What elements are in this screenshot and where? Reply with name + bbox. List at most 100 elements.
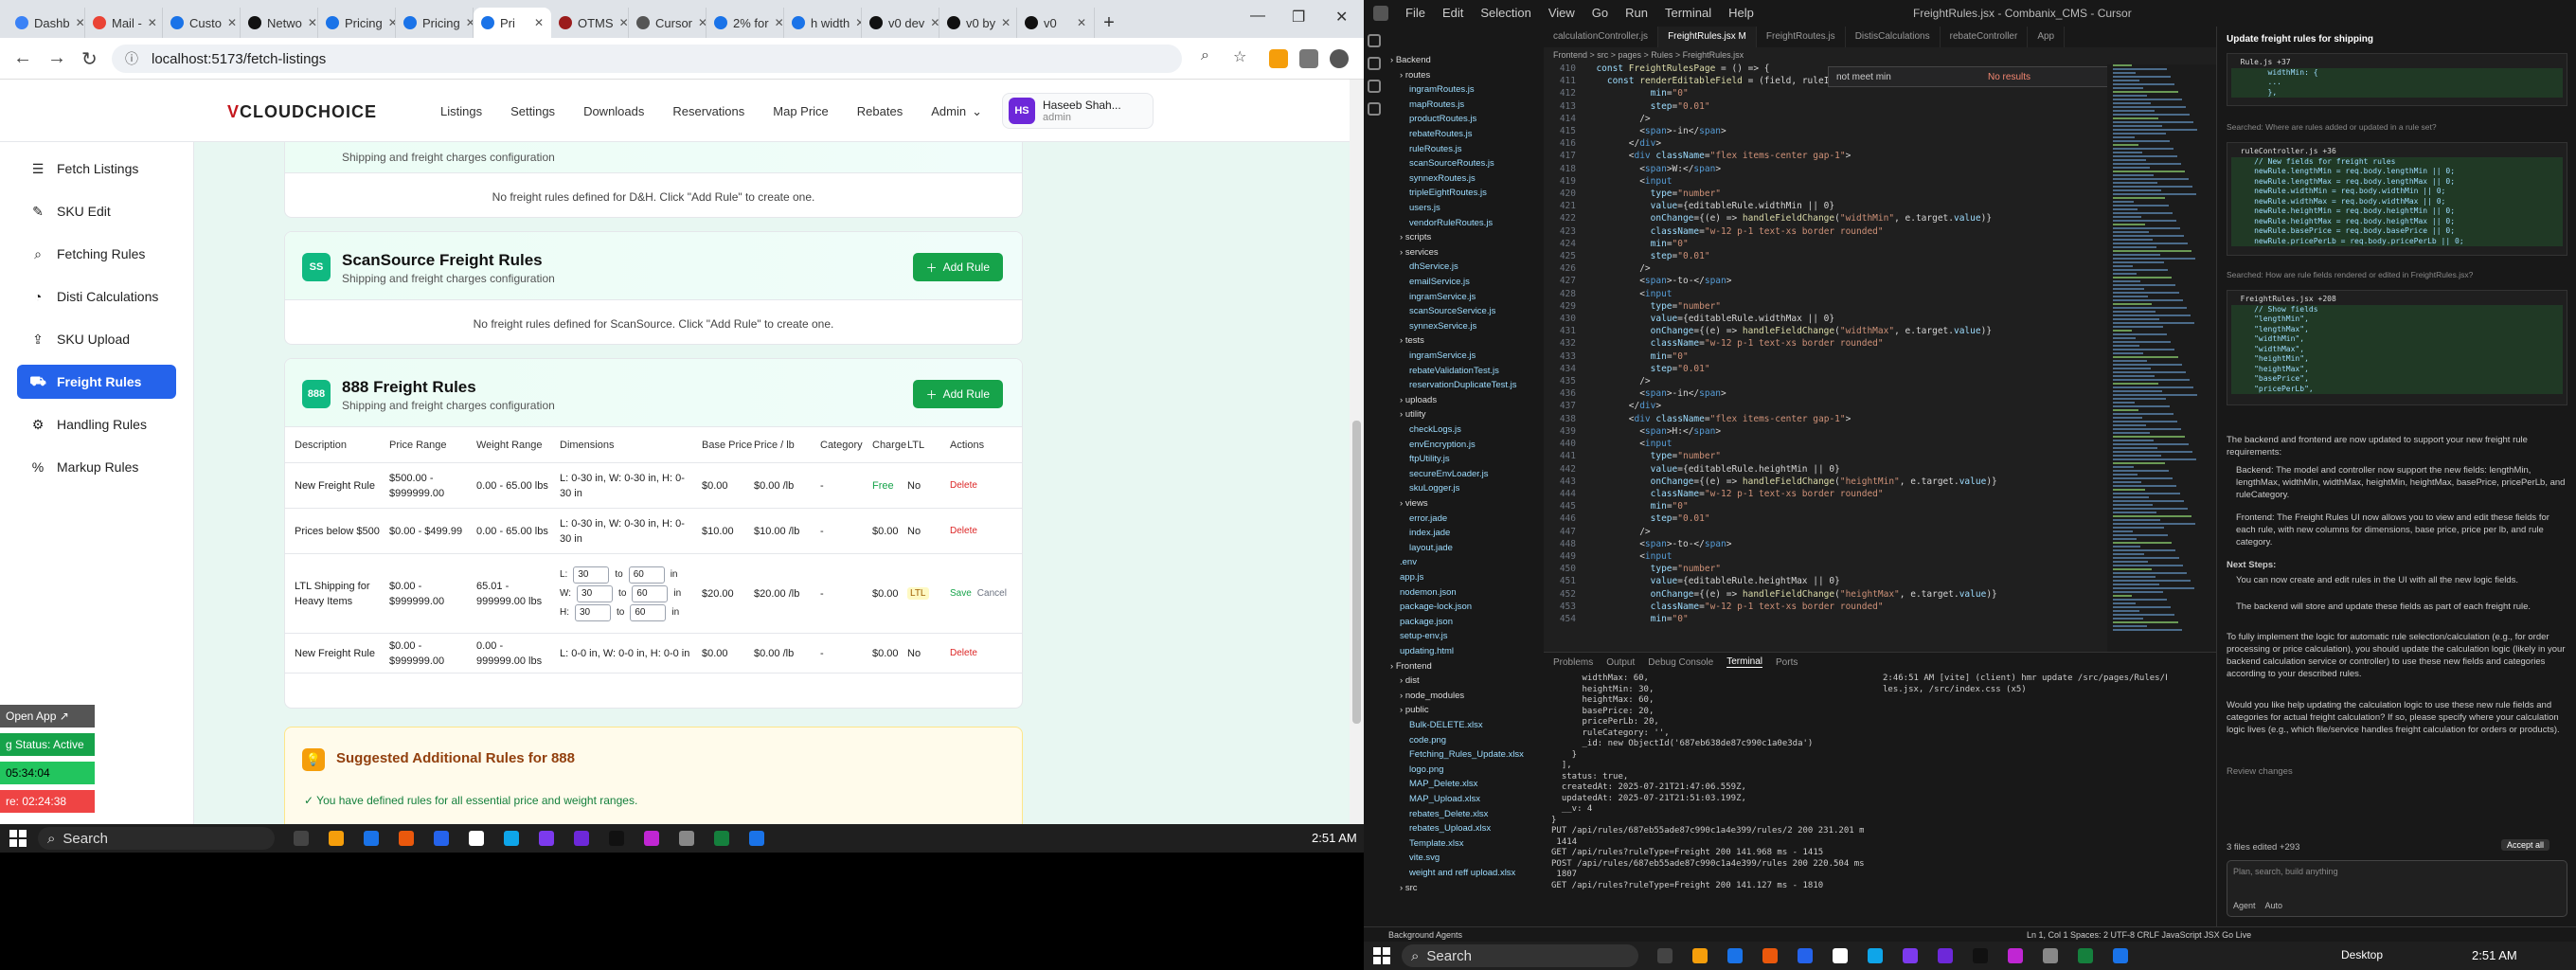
sidebar-item-freight-rules[interactable]: ⛟ Freight Rules bbox=[17, 365, 176, 399]
close-tab-icon[interactable]: ✕ bbox=[308, 16, 317, 29]
delete-button[interactable]: Delete bbox=[950, 526, 977, 536]
explorer-folder[interactable]: › uploads bbox=[1390, 395, 1437, 405]
close-tab-icon[interactable]: ✕ bbox=[855, 16, 861, 29]
taskbar-app-icon[interactable] bbox=[1798, 948, 1813, 963]
forward-icon[interactable]: → bbox=[47, 47, 66, 69]
explorer-file[interactable]: package.json bbox=[1390, 617, 1453, 627]
taskbar-app-icon[interactable] bbox=[294, 831, 309, 846]
sidebar-item-disti-calculations[interactable]: ◔ Disti Calculations bbox=[17, 279, 176, 314]
taskbar-app-icon[interactable] bbox=[539, 831, 554, 846]
minimize-icon[interactable]: — bbox=[1250, 8, 1265, 25]
explorer-file[interactable]: Fetching_Rules_Update.xlsx bbox=[1390, 749, 1524, 760]
bookmark-star-icon[interactable]: ☆ bbox=[1233, 47, 1246, 66]
menu-file[interactable]: File bbox=[1405, 6, 1425, 20]
taskbar-app-icon[interactable] bbox=[2043, 948, 2058, 963]
scansource-add-rule-button[interactable]: ＋ Add Rule bbox=[912, 253, 1003, 281]
taskbar-app-icon[interactable] bbox=[434, 831, 449, 846]
explorer-file[interactable]: emailService.js bbox=[1390, 277, 1470, 287]
sidebar-item-sku-edit[interactable]: ✎ SKU Edit bbox=[17, 194, 176, 228]
nav-link-downloads[interactable]: Downloads bbox=[583, 104, 644, 119]
menu-go[interactable]: Go bbox=[1592, 6, 1608, 20]
browser-tab[interactable]: Pricing ✕ bbox=[396, 8, 474, 38]
editor-tab[interactable]: rebateController bbox=[1941, 27, 2029, 47]
chevron-down-icon[interactable]: ⌄ bbox=[972, 104, 982, 119]
taskbar-app-icon[interactable] bbox=[329, 831, 344, 846]
code-content[interactable]: 410 const FreightRulesPage = () => {411 … bbox=[1544, 63, 2074, 650]
taskbar-app-icon[interactable] bbox=[504, 831, 519, 846]
explorer-folder[interactable]: › routes bbox=[1390, 70, 1430, 81]
taskbar-app-icon[interactable] bbox=[1903, 948, 1918, 963]
editor-tab[interactable]: FreightRules.jsx M bbox=[1658, 27, 1757, 47]
explorer-folder[interactable]: › Frontend bbox=[1390, 661, 1432, 672]
explorer-file[interactable]: ruleRoutes.js bbox=[1390, 144, 1461, 154]
explorer-file[interactable]: MAP_Upload.xlsx bbox=[1390, 794, 1480, 804]
browser-tab[interactable]: Pricing ✕ bbox=[318, 8, 396, 38]
reload-icon[interactable]: ↻ bbox=[81, 47, 98, 71]
explorer-file[interactable]: users.js bbox=[1390, 203, 1440, 213]
maximize-icon[interactable]: ❐ bbox=[1292, 8, 1305, 27]
close-tab-icon[interactable]: ✕ bbox=[930, 16, 939, 29]
taskbar-app-icon[interactable] bbox=[1762, 948, 1778, 963]
explorer-file[interactable]: layout.jade bbox=[1390, 543, 1453, 553]
explorer-folder[interactable]: › views bbox=[1390, 498, 1428, 509]
explorer-file[interactable]: code.png bbox=[1390, 735, 1446, 745]
agent-mode-selector[interactable]: Agent bbox=[2233, 901, 2256, 910]
taskbar-app-icon[interactable] bbox=[1727, 948, 1743, 963]
search-icon[interactable] bbox=[1368, 57, 1381, 70]
panel-tab[interactable]: Problems bbox=[1553, 657, 1593, 668]
explorer-file[interactable]: Bulk-DELETE.xlsx bbox=[1390, 720, 1483, 730]
browser-tab[interactable]: 2% for ✕ bbox=[707, 8, 784, 38]
taskbar-app-icon[interactable] bbox=[1938, 948, 1953, 963]
taskbar-app-icon[interactable] bbox=[364, 831, 379, 846]
nav-link-reservations[interactable]: Reservations bbox=[672, 104, 744, 119]
chat-diff-freight-rules[interactable]: FreightRules.jsx +208 // Show fields "le… bbox=[2227, 290, 2567, 405]
chat-input[interactable]: Plan, search, build anything Agent Auto bbox=[2227, 860, 2567, 917]
dimension-max-input[interactable]: 60 bbox=[628, 566, 665, 584]
browser-tab[interactable]: OTMS ✕ bbox=[551, 8, 629, 38]
explorer-folder[interactable]: › Backend bbox=[1390, 55, 1431, 65]
explorer-file[interactable]: scanSourceService.js bbox=[1390, 306, 1495, 316]
r888-add-rule-button[interactable]: ＋ Add Rule bbox=[912, 380, 1003, 408]
chat-diff-rule-model[interactable]: Rule.js +37 widthMin: { ... }, bbox=[2227, 53, 2567, 106]
browser-tab[interactable]: h width ✕ bbox=[784, 8, 862, 38]
sidebar-item-fetch-listings[interactable]: ☰ Fetch Listings bbox=[17, 152, 176, 186]
explorer-file[interactable]: setup-env.js bbox=[1390, 631, 1448, 641]
taskbar-app-icon[interactable] bbox=[1833, 948, 1848, 963]
extensions-icon[interactable] bbox=[1368, 102, 1381, 116]
terminal-output[interactable]: widthMax: 60, heightMin: 30, heightMax: … bbox=[1551, 674, 1864, 920]
close-tab-icon[interactable]: ✕ bbox=[619, 16, 628, 29]
panel-tab[interactable]: Ports bbox=[1776, 657, 1798, 668]
new-tab-icon[interactable]: + bbox=[1095, 8, 1123, 38]
explorer-file[interactable]: error.jade bbox=[1390, 513, 1447, 524]
menu-edit[interactable]: Edit bbox=[1442, 6, 1463, 20]
explorer-file[interactable]: index.jade bbox=[1390, 528, 1450, 538]
browser-tab[interactable]: Mail - ✕ bbox=[85, 8, 163, 38]
find-widget[interactable]: not meet min No results ✕ bbox=[1828, 66, 2140, 87]
dimension-max-input[interactable]: 60 bbox=[630, 603, 667, 621]
browser-tab[interactable]: Dashb ✕ bbox=[8, 8, 85, 38]
dimension-min-input[interactable]: 30 bbox=[573, 566, 610, 584]
explorer-file[interactable]: ingramService.js bbox=[1390, 350, 1476, 361]
taskbar-app-icon[interactable] bbox=[2113, 948, 2128, 963]
taskbar-app-icon[interactable] bbox=[1868, 948, 1883, 963]
browser-tab[interactable]: v0 by ✕ bbox=[939, 8, 1017, 38]
explorer-file[interactable]: rebates_Delete.xlsx bbox=[1390, 809, 1488, 819]
explorer-file[interactable]: nodemon.json bbox=[1390, 587, 1457, 598]
browser-tab[interactable]: Custo ✕ bbox=[163, 8, 241, 38]
dimension-min-input[interactable]: 30 bbox=[575, 603, 611, 621]
sidebar-item-markup-rules[interactable]: % Markup Rules bbox=[17, 450, 176, 484]
explorer-file[interactable]: productRoutes.js bbox=[1390, 114, 1476, 124]
close-icon[interactable]: ✕ bbox=[1335, 8, 1348, 27]
explorer-file[interactable]: logo.png bbox=[1390, 764, 1443, 775]
sidebar-item-handling-rules[interactable]: ⚙ Handling Rules bbox=[17, 407, 176, 441]
dimension-max-input[interactable]: 60 bbox=[632, 584, 669, 602]
chat-diff-rule-controller[interactable]: ruleController.js +36 // New fields for … bbox=[2227, 142, 2567, 256]
close-tab-icon[interactable]: ✕ bbox=[1077, 16, 1086, 29]
scrollbar-thumb[interactable] bbox=[1352, 421, 1361, 724]
taskbar-app-icon[interactable] bbox=[1657, 948, 1673, 963]
nav-link-map-price[interactable]: Map Price bbox=[773, 104, 829, 119]
delete-button[interactable]: Delete bbox=[950, 480, 977, 491]
close-tab-icon[interactable]: ✕ bbox=[534, 16, 544, 29]
dimension-min-input[interactable]: 30 bbox=[577, 584, 614, 602]
nav-link-settings[interactable]: Settings bbox=[510, 104, 555, 119]
